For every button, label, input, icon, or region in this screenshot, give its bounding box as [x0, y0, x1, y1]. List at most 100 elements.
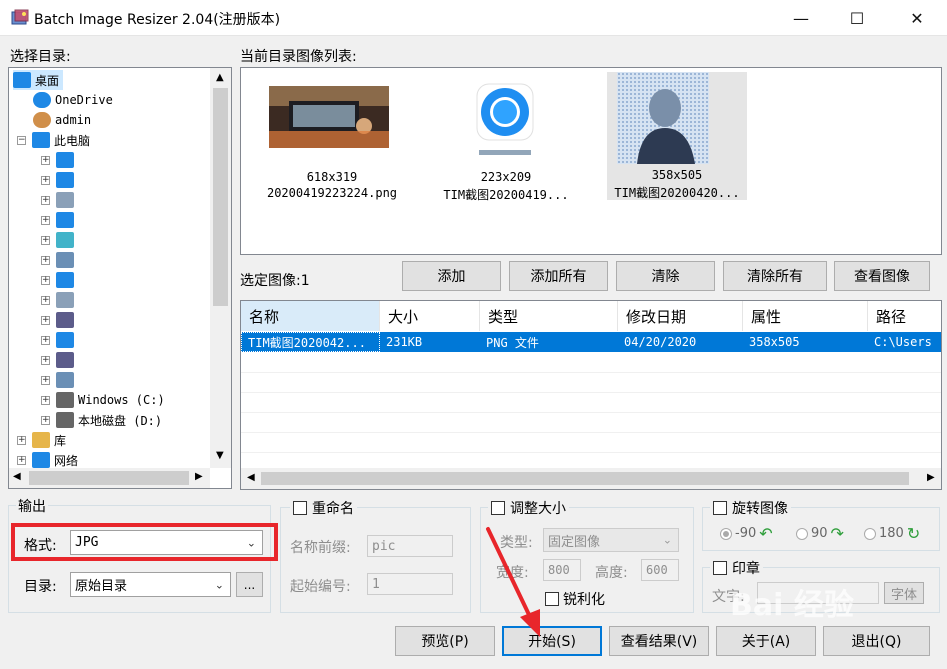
- thumbnail-list[interactable]: 618x319 20200419223224.png 223x209 TIM截图…: [240, 67, 942, 255]
- column-header-name[interactable]: 名称: [241, 301, 380, 331]
- tree-item[interactable]: +: [41, 250, 78, 270]
- about-button[interactable]: 关于(A): [716, 626, 816, 656]
- tree-item[interactable]: − 此电脑: [17, 130, 90, 150]
- scroll-right-icon[interactable]: ▶: [927, 472, 935, 483]
- scroll-right-icon[interactable]: ▶: [195, 471, 203, 482]
- rotate-option-neg90[interactable]: -90 ↶: [720, 524, 773, 543]
- expand-icon[interactable]: +: [41, 295, 50, 305]
- expand-icon[interactable]: +: [41, 175, 50, 185]
- tree-item[interactable]: + 网络: [17, 450, 78, 468]
- grid-line: [241, 432, 941, 433]
- thumbnail-item-selected[interactable]: 358x505 TIM截图20200420...: [607, 72, 747, 200]
- thumbnail-size: 358x505: [651, 168, 703, 182]
- prefix-input[interactable]: pic: [367, 535, 453, 557]
- column-header-size[interactable]: 大小: [380, 301, 480, 331]
- tree-item[interactable]: 桌面: [13, 70, 64, 90]
- directory-tree[interactable]: 桌面 OneDrive admin − 此电脑 + + + + + + + + + + + + + Windows …: [8, 67, 232, 489]
- tree-item[interactable]: admin: [33, 110, 91, 130]
- resize-checkbox[interactable]: [491, 501, 505, 515]
- tree-vscrollbar[interactable]: ▲ ▼: [210, 68, 231, 468]
- scroll-left-icon[interactable]: ◀: [13, 471, 21, 482]
- expand-icon[interactable]: +: [41, 195, 50, 205]
- collapse-icon[interactable]: −: [17, 135, 26, 145]
- tree-item[interactable]: +: [41, 270, 78, 290]
- rotate-neg90-label: -90: [735, 526, 757, 541]
- expand-icon[interactable]: +: [41, 335, 50, 345]
- scroll-thumb[interactable]: [29, 471, 189, 485]
- scroll-up-icon[interactable]: ▲: [216, 72, 224, 83]
- expand-icon[interactable]: +: [17, 435, 26, 445]
- column-header-attr[interactable]: 属性: [743, 301, 868, 331]
- tree-item[interactable]: OneDrive: [33, 90, 113, 110]
- radio-icon[interactable]: [864, 527, 876, 540]
- add-all-button[interactable]: 添加所有: [509, 261, 608, 291]
- thumbnail-name: 20200419223224.png: [266, 186, 398, 200]
- rename-checkbox[interactable]: [293, 501, 307, 515]
- thumbnail-item[interactable]: 223x209 TIM截图20200419...: [431, 76, 581, 206]
- selected-image-table[interactable]: 名称 大小 类型 修改日期 属性 路径 TIM截图2020042... 231K…: [240, 300, 942, 490]
- expand-icon[interactable]: +: [41, 275, 50, 285]
- output-label: 输出: [16, 496, 48, 516]
- table-hscrollbar[interactable]: ◀ ▶: [241, 468, 941, 489]
- tree-item[interactable]: +: [41, 330, 78, 350]
- tree-item[interactable]: +: [41, 150, 78, 170]
- tree-item[interactable]: +: [41, 290, 78, 310]
- expand-icon[interactable]: +: [41, 155, 50, 165]
- tree-hscrollbar[interactable]: ◀ ▶: [9, 468, 210, 488]
- tree-item[interactable]: +: [41, 310, 78, 330]
- directory-select[interactable]: 原始目录 ⌄: [70, 572, 231, 597]
- stamp-checkbox[interactable]: [713, 561, 727, 575]
- tree-item[interactable]: +: [41, 370, 78, 390]
- tree-item[interactable]: + Windows (C:): [41, 390, 165, 410]
- view-image-button[interactable]: 查看图像: [834, 261, 930, 291]
- minimize-button[interactable]: —: [773, 0, 829, 36]
- expand-icon[interactable]: +: [41, 375, 50, 385]
- table-row[interactable]: TIM截图2020042... 231KB PNG 文件 04/20/2020 …: [241, 332, 941, 352]
- expand-icon[interactable]: +: [41, 255, 50, 265]
- resize-type-select[interactable]: 固定图像 ⌄: [543, 528, 679, 552]
- rotate-checkbox[interactable]: [713, 501, 727, 515]
- scroll-thumb[interactable]: [213, 88, 228, 306]
- font-button[interactable]: 字体: [884, 582, 924, 604]
- clear-all-button[interactable]: 清除所有: [723, 261, 827, 291]
- scroll-left-icon[interactable]: ◀: [247, 472, 255, 483]
- expand-icon[interactable]: +: [41, 235, 50, 245]
- expand-icon[interactable]: +: [17, 455, 26, 465]
- column-header-date[interactable]: 修改日期: [618, 301, 743, 331]
- radio-selected-icon[interactable]: [720, 527, 732, 540]
- exit-button[interactable]: 退出(Q): [823, 626, 930, 656]
- thumbnail-item[interactable]: 618x319 20200419223224.png: [257, 84, 397, 204]
- tree-item[interactable]: + 库: [17, 430, 66, 450]
- tree-item[interactable]: +: [41, 350, 78, 370]
- add-button[interactable]: 添加: [402, 261, 501, 291]
- start-number-input[interactable]: 1: [367, 573, 453, 595]
- clear-button[interactable]: 清除: [616, 261, 715, 291]
- browse-button[interactable]: ...: [236, 572, 263, 597]
- expand-icon[interactable]: +: [41, 415, 50, 425]
- expand-icon[interactable]: +: [41, 315, 50, 325]
- close-button[interactable]: ✕: [889, 0, 945, 36]
- expand-icon[interactable]: +: [41, 395, 50, 405]
- rename-header: 重命名: [290, 498, 357, 518]
- tree-item[interactable]: +: [41, 210, 78, 230]
- column-header-path[interactable]: 路径: [868, 301, 941, 331]
- view-result-button[interactable]: 查看结果(V): [609, 626, 709, 656]
- expand-icon[interactable]: +: [41, 215, 50, 225]
- scroll-thumb[interactable]: [261, 472, 909, 485]
- grid-line: [241, 412, 941, 413]
- tree-item[interactable]: +: [41, 190, 78, 210]
- scroll-down-icon[interactable]: ▼: [216, 450, 224, 461]
- column-header-type[interactable]: 类型: [480, 301, 618, 331]
- expand-icon[interactable]: +: [41, 355, 50, 365]
- rotate-90-label: 90: [811, 526, 828, 541]
- format-select[interactable]: JPG ⌄: [70, 530, 263, 555]
- tree-item[interactable]: +: [41, 170, 78, 190]
- cell-type: PNG 文件: [486, 335, 539, 350]
- tree-item[interactable]: + 本地磁盘 (D:): [41, 410, 162, 430]
- rotate-option-180[interactable]: 180 ↻: [864, 524, 920, 543]
- height-input[interactable]: 600: [641, 559, 679, 581]
- tree-item[interactable]: +: [41, 230, 78, 250]
- maximize-button[interactable]: ☐: [829, 0, 885, 36]
- rotate-option-90[interactable]: 90 ↷: [796, 524, 844, 543]
- radio-icon[interactable]: [796, 527, 808, 540]
